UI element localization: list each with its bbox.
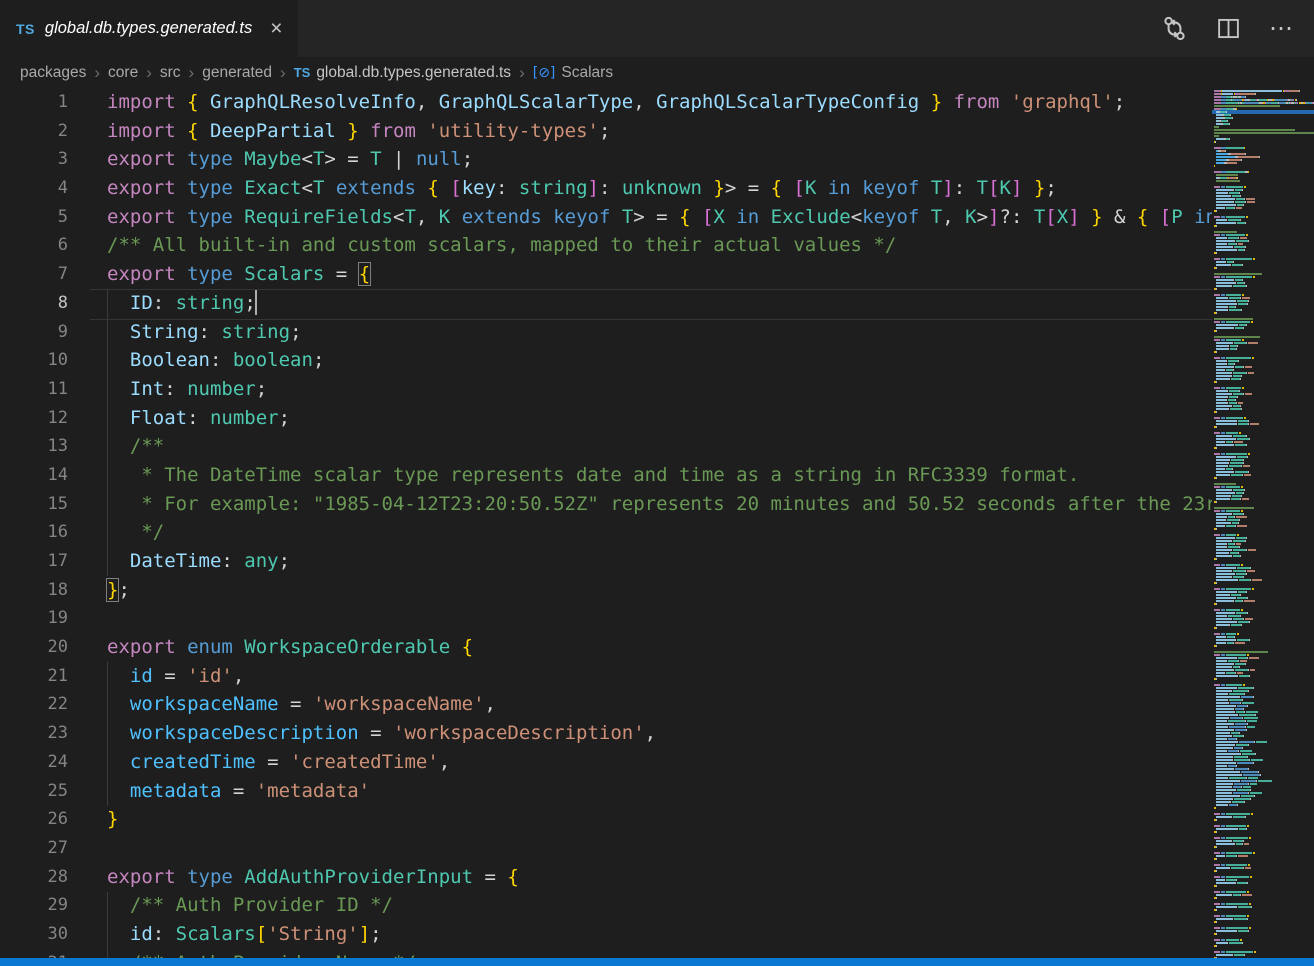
line-number: 15 [0, 490, 90, 519]
code-line-29[interactable]: /** Auth Provider ID */ [90, 891, 1212, 920]
code-line-27[interactable] [90, 834, 1212, 863]
line-number: 29 [0, 891, 90, 920]
split-editor-icon[interactable] [1216, 16, 1241, 41]
breadcrumb: packages › core › src › generated › TSglobal.db.… [0, 57, 1314, 88]
code-line-9[interactable]: String: string; [90, 318, 1212, 347]
line-number: 10 [0, 346, 90, 375]
line-number: 31 [0, 949, 90, 958]
typescript-file-icon: TS [294, 65, 311, 80]
code-line-14[interactable]: * The DateTime scalar type represents da… [90, 461, 1212, 490]
code-line-11[interactable]: Int: number; [90, 375, 1212, 404]
code-line-23[interactable]: workspaceDescription = 'workspaceDescrip… [90, 719, 1212, 748]
code-line-31[interactable]: /** Auth Provider Name */ [90, 949, 1212, 958]
line-number: 14 [0, 461, 90, 490]
code-line-28[interactable]: export type AddAuthProviderInput = { [90, 863, 1212, 892]
code-line-8[interactable]: ID: string; [90, 289, 1212, 318]
code-line-30[interactable]: id: Scalars['String']; [90, 920, 1212, 949]
tab-global-db-types-generated[interactable]: TS global.db.types.generated.ts × [0, 0, 298, 57]
line-number: 30 [0, 920, 90, 949]
line-number: 28 [0, 863, 90, 892]
tab-title: global.db.types.generated.ts [45, 19, 252, 38]
code-line-24[interactable]: createdTime = 'createdTime', [90, 748, 1212, 777]
line-number: 17 [0, 547, 90, 576]
code-line-26[interactable]: } [90, 805, 1212, 834]
minimap[interactable] [1212, 88, 1314, 958]
code-line-1[interactable]: import { GraphQLResolveInfo, GraphQLScal… [90, 88, 1212, 117]
line-number: 24 [0, 748, 90, 777]
line-number: 6 [0, 231, 90, 260]
editor-actions: ⋯ [1161, 0, 1314, 57]
line-number: 7 [0, 260, 90, 289]
code-line-7[interactable]: export type Scalars = { [90, 260, 1212, 289]
breadcrumb-separator: › [280, 63, 286, 83]
code-line-18[interactable]: }; [90, 576, 1212, 605]
code-editor[interactable]: 1234567891011121314151617181920212223242… [0, 88, 1314, 958]
line-number: 27 [0, 834, 90, 863]
line-number-gutter: 1234567891011121314151617181920212223242… [0, 88, 90, 958]
breadcrumb-item-file[interactable]: TSglobal.db.types.generated.ts [292, 64, 513, 82]
tab-bar: TS global.db.types.generated.ts × [0, 0, 1314, 57]
code-line-15[interactable]: * For example: "1985-04-12T23:20:50.52Z"… [90, 490, 1212, 519]
code-line-19[interactable] [90, 604, 1212, 633]
line-number: 21 [0, 662, 90, 691]
code-area[interactable]: import { GraphQLResolveInfo, GraphQLScal… [90, 88, 1212, 958]
line-number: 16 [0, 518, 90, 547]
code-line-10[interactable]: Boolean: boolean; [90, 346, 1212, 375]
vscode-window: TS global.db.types.generated.ts × [0, 0, 1314, 966]
more-actions-icon[interactable]: ⋯ [1269, 14, 1294, 43]
code-line-4[interactable]: export type Exact<T extends { [key: stri… [90, 174, 1212, 203]
code-line-25[interactable]: metadata = 'metadata' [90, 777, 1212, 806]
line-number: 25 [0, 777, 90, 806]
symbol-type-icon: [⊘] [533, 65, 556, 81]
code-line-13[interactable]: /** [90, 432, 1212, 461]
code-line-21[interactable]: id = 'id', [90, 662, 1212, 691]
line-number: 20 [0, 633, 90, 662]
line-number: 22 [0, 690, 90, 719]
line-number: 13 [0, 432, 90, 461]
breadcrumb-separator: › [189, 63, 195, 83]
line-number: 5 [0, 203, 90, 232]
line-number: 18 [0, 576, 90, 605]
code-line-22[interactable]: workspaceName = 'workspaceName', [90, 690, 1212, 719]
line-number: 4 [0, 174, 90, 203]
code-line-17[interactable]: DateTime: any; [90, 547, 1212, 576]
line-number: 8 [0, 289, 90, 318]
line-number: 9 [0, 318, 90, 347]
breadcrumb-separator: › [519, 63, 525, 83]
breadcrumb-item-generated[interactable]: generated [200, 64, 274, 82]
minimap-content [1214, 90, 1314, 958]
typescript-file-icon: TS [16, 21, 35, 37]
code-line-3[interactable]: export type Maybe<T> = T | null; [90, 145, 1212, 174]
line-number: 23 [0, 719, 90, 748]
line-number: 1 [0, 88, 90, 117]
line-number: 2 [0, 117, 90, 146]
code-line-16[interactable]: */ [90, 518, 1212, 547]
line-number: 3 [0, 145, 90, 174]
code-line-5[interactable]: export type RequireFields<T, K extends k… [90, 203, 1212, 232]
breadcrumb-item-src[interactable]: src [158, 64, 183, 82]
close-tab-icon[interactable]: × [270, 18, 282, 39]
code-line-20[interactable]: export enum WorkspaceOrderable { [90, 633, 1212, 662]
breadcrumb-item-symbol[interactable]: [⊘]Scalars [531, 64, 615, 82]
code-line-12[interactable]: Float: number; [90, 404, 1212, 433]
breadcrumb-item-core[interactable]: core [106, 64, 140, 82]
text-cursor [255, 290, 257, 315]
line-number: 12 [0, 404, 90, 433]
open-changes-icon[interactable] [1161, 15, 1188, 42]
status-bar [0, 958, 1314, 966]
line-number: 19 [0, 604, 90, 633]
line-number: 11 [0, 375, 90, 404]
code-line-6[interactable]: /** All built-in and custom scalars, map… [90, 231, 1212, 260]
code-line-2[interactable]: import { DeepPartial } from 'utility-typ… [90, 117, 1212, 146]
breadcrumb-item-packages[interactable]: packages [18, 64, 88, 82]
line-number: 26 [0, 805, 90, 834]
breadcrumb-separator: › [94, 63, 100, 83]
breadcrumb-separator: › [146, 63, 152, 83]
